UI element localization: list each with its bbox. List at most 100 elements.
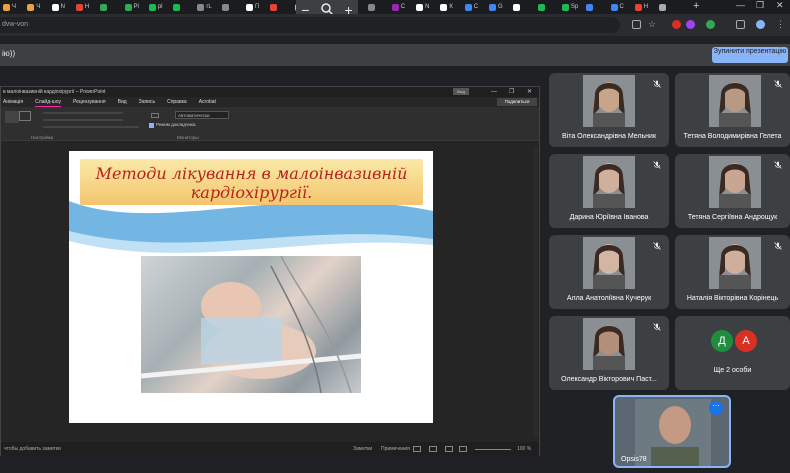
browser-tab[interactable]: C — [608, 1, 630, 13]
ppt-menu-item[interactable]: Анімація — [3, 97, 23, 107]
ppt-minimize-icon[interactable]: — — [491, 87, 497, 97]
tab-label: pl — [157, 4, 163, 10]
browser-tab[interactable] — [170, 1, 192, 13]
browser-tab[interactable]: G — [486, 1, 508, 13]
browser-tab[interactable]: H — [73, 1, 95, 13]
sign-in-button[interactable]: Вхід — [453, 88, 469, 95]
extension-icon-green[interactable] — [706, 20, 715, 29]
browser-tab[interactable]: Pl — [122, 1, 144, 13]
current-slide: Методи лікування в малоінвазивній кардіо… — [69, 151, 433, 423]
participant-tile[interactable]: Віта Олександрівна Мельник — [549, 73, 669, 147]
tab-favicon-icon — [440, 3, 448, 11]
tab-label: Sp — [570, 4, 579, 10]
tab-label: N — [425, 4, 430, 10]
browser-tab[interactable]: Sp — [559, 1, 581, 13]
browser-tab[interactable] — [267, 1, 289, 13]
avatar: Д — [711, 330, 733, 352]
ribbon-slideshow-icon[interactable] — [5, 111, 19, 123]
close-icon[interactable]: ✕ — [776, 0, 784, 11]
ppt-menu-item[interactable]: Вид — [118, 97, 127, 107]
ribbon-option-line — [43, 112, 123, 114]
ppt-menu-item[interactable]: Справка — [167, 97, 187, 107]
extension-icon-purple[interactable] — [686, 20, 695, 29]
new-tab-button[interactable]: + — [693, 0, 699, 12]
participant-tile[interactable]: Тетяна Володимирівна Гелета — [675, 73, 790, 147]
tab-label: Ч — [36, 4, 41, 10]
vertical-scrollbar[interactable] — [533, 147, 538, 437]
tab-favicon-icon — [416, 3, 424, 11]
browser-tab[interactable] — [656, 1, 678, 13]
ppt-menu-item[interactable]: Acrobat — [199, 97, 216, 107]
slideshow-view-icon[interactable] — [459, 446, 467, 452]
mic-off-icon — [653, 161, 661, 169]
participant-name: Тетяна Сергіївна Андрощук — [687, 214, 778, 221]
cast-icon[interactable] — [632, 20, 641, 29]
participant-tile[interactable]: Наталія Вікторівна Корінець — [675, 235, 790, 309]
browser-tab[interactable]: C — [462, 1, 484, 13]
tab-label: К — [449, 4, 453, 10]
ppt-menu-item[interactable]: Запись — [139, 97, 155, 107]
comments-button[interactable]: Примечания — [381, 442, 410, 456]
browser-tab[interactable]: C — [389, 1, 411, 13]
ppt-menu-item[interactable]: Слайд-шоу — [35, 97, 62, 107]
browser-tab[interactable]: Ч — [24, 1, 46, 13]
star-icon[interactable]: ☆ — [648, 20, 657, 29]
extension-icon-red[interactable] — [672, 20, 681, 29]
stop-presenting-button[interactable]: Зупинити презентацію — [712, 47, 788, 63]
tab-favicon-icon — [537, 3, 545, 11]
zoom-level[interactable]: 100 % — [517, 442, 531, 456]
browser-tab[interactable] — [219, 1, 241, 13]
zoom-slider[interactable] — [475, 449, 511, 450]
participant-name: Дарина Юріївна Іванова — [569, 214, 649, 221]
browser-tab[interactable]: H — [632, 1, 654, 13]
participant-name: Олександр Вікторович Паст... — [561, 376, 657, 383]
participant-tile[interactable]: Олександр Вікторович Паст... — [549, 316, 669, 390]
notes-button[interactable]: Заметки — [353, 442, 372, 456]
ribbon-rehearse-icon[interactable] — [19, 111, 31, 121]
minimize-icon[interactable]: — — [736, 0, 745, 10]
ppt-window-title: в малоінвазивній кардіохірургії – PowerP… — [3, 89, 106, 95]
browser-tab[interactable]: Ч — [0, 1, 22, 13]
browser-tab[interactable] — [365, 1, 387, 13]
participant-video — [709, 75, 761, 127]
participant-name: Віта Олександрівна Мельник — [561, 133, 657, 140]
participant-video — [583, 318, 635, 370]
browser-menu-icon[interactable]: ⋮ — [776, 20, 785, 29]
reading-view-icon[interactable] — [445, 446, 453, 452]
tab-favicon-icon — [561, 3, 569, 11]
more-options-icon[interactable]: ⋯ — [709, 401, 723, 415]
notes-hint[interactable]: чтобы добавить заметки — [4, 446, 61, 452]
profile-avatar[interactable] — [756, 20, 765, 29]
browser-tab[interactable]: pl — [146, 1, 168, 13]
monitor-select[interactable]: Автоматически — [175, 111, 229, 119]
participant-video — [583, 237, 635, 289]
share-button[interactable]: Поделиться — [497, 98, 537, 106]
ppt-menu-item[interactable]: Рецензування — [73, 97, 106, 107]
browser-tab[interactable]: К — [437, 1, 459, 13]
presenter-view-checkbox[interactable] — [149, 123, 154, 128]
normal-view-icon[interactable] — [413, 446, 421, 452]
browser-tab[interactable]: N — [49, 1, 71, 13]
participant-tile[interactable]: Алла Анатоліївна Кучерук — [549, 235, 669, 309]
ppt-menu-bar: Анімація Слайд-шоу Рецензування Вид Запись Сп… — [1, 97, 539, 107]
browser-tab[interactable] — [510, 1, 532, 13]
restore-icon[interactable]: ❐ — [756, 0, 764, 11]
tab-favicon-icon — [513, 3, 521, 11]
browser-tab[interactable] — [583, 1, 605, 13]
more-participants-tile[interactable]: Д А Ще 2 особи — [675, 316, 790, 390]
browser-tab[interactable] — [535, 1, 557, 13]
extensions-puzzle-icon[interactable] — [736, 20, 745, 29]
ppt-restore-icon[interactable]: ❐ — [509, 87, 514, 97]
address-bar-row: dvw-von ☆ ⋮ — [0, 14, 790, 36]
tab-label: H — [84, 4, 90, 10]
tab-favicon-icon — [75, 3, 83, 11]
browser-tab[interactable]: N — [413, 1, 435, 13]
browser-tab[interactable] — [97, 1, 119, 13]
browser-tab[interactable]: П — [243, 1, 265, 13]
sorter-view-icon[interactable] — [429, 446, 437, 452]
participant-tile[interactable]: Тетяна Сергіївна Андрощук — [675, 154, 790, 228]
browser-tab[interactable]: rL — [194, 1, 216, 13]
url-field[interactable]: dvw-von — [0, 17, 620, 33]
ppt-close-icon[interactable]: ✕ — [527, 87, 532, 97]
participant-tile[interactable]: Дарина Юріївна Іванова — [549, 154, 669, 228]
